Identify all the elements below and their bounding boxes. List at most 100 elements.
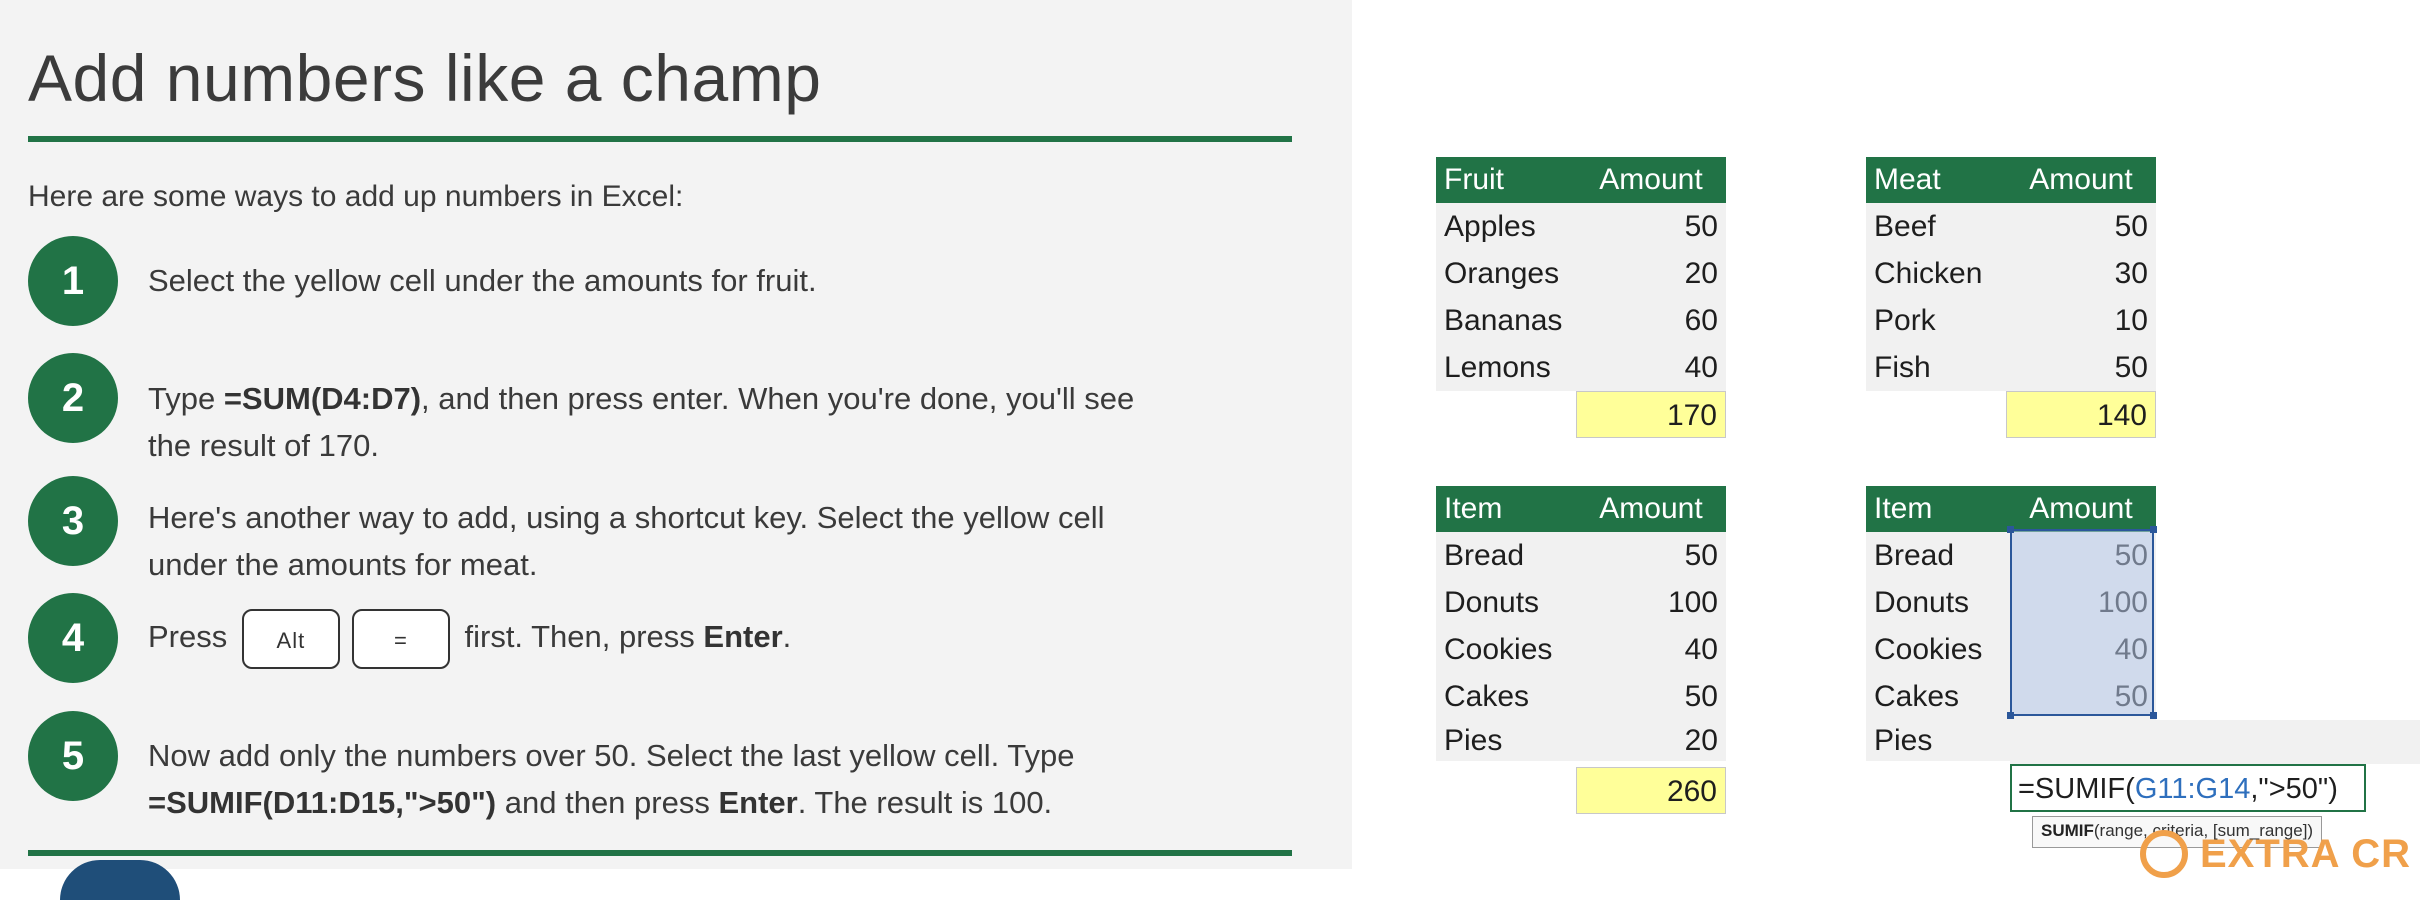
decorative-circle <box>60 860 180 900</box>
table-row: Fish 50 <box>1866 344 2156 391</box>
step-4-text-mid: first. Then, press <box>464 619 704 654</box>
selection-handle[interactable] <box>2007 712 2014 719</box>
step-4-enter: Enter <box>703 619 783 654</box>
table-header: Fruit Amount <box>1436 157 1726 203</box>
cell-amount[interactable]: 50 <box>1576 673 1726 720</box>
header-fruit[interactable]: Fruit <box>1436 157 1576 203</box>
step-2-number: 2 <box>61 375 85 420</box>
lesson-panel: Add numbers like a champ Here are some w… <box>0 0 1352 900</box>
cell-item[interactable]: Pies <box>1866 720 2006 761</box>
step-2-text-before: Type <box>148 381 224 416</box>
selection-handle[interactable] <box>2150 526 2157 533</box>
table-row: Pies 20 <box>1436 720 1726 761</box>
cell-item[interactable]: Bread <box>1436 532 1576 579</box>
header-item[interactable]: Item <box>1866 486 2006 532</box>
step-4-text-after: . <box>782 619 792 654</box>
header-meat[interactable]: Meat <box>1866 157 2006 203</box>
cell-amount[interactable]: 30 <box>2006 250 2156 297</box>
cell-item[interactable]: Chicken <box>1866 250 2006 297</box>
table-row: Apples 50 <box>1436 203 1726 250</box>
table-row: Cakes 50 <box>1436 673 1726 720</box>
fruit-table: Fruit Amount Apples 50 Oranges 20 Banana… <box>1436 157 1726 438</box>
cell-amount[interactable]: 100 <box>1576 579 1726 626</box>
step-2-line2: the result of 170. <box>148 428 379 463</box>
step-4-badge: 4 <box>28 593 118 683</box>
step-2-text: Type =SUM(D4:D7), and then press enter. … <box>148 375 1134 469</box>
formula-edit-cell[interactable]: =SUMIF(G11:G14,">50") <box>2010 764 2366 812</box>
meat-table: Meat Amount Beef 50 Chicken 30 Pork 10 F… <box>1866 157 2156 438</box>
header-amount[interactable]: Amount <box>1576 157 1726 203</box>
meat-total-cell[interactable]: 140 <box>2006 391 2156 438</box>
step-1-number: 1 <box>61 258 85 303</box>
formula-range-ref: G11:G14 <box>2134 773 2251 805</box>
cell-empty[interactable] <box>1866 391 2006 438</box>
cell-item[interactable]: Donuts <box>1436 579 1576 626</box>
step-3-text: Here's another way to add, using a short… <box>148 494 1105 588</box>
table-row: Pies <box>1866 720 2156 761</box>
header-item[interactable]: Item <box>1436 486 1576 532</box>
formula-prefix: =SUMIF( <box>2018 773 2135 805</box>
header-amount[interactable]: Amount <box>2006 486 2156 532</box>
cell-item[interactable]: Pies <box>1436 720 1576 761</box>
cell-item[interactable]: Oranges <box>1436 250 1576 297</box>
cell-item[interactable]: Cookies <box>1436 626 1576 673</box>
cell-amount[interactable]: 50 <box>2006 203 2156 250</box>
watermark-text: EXTRA CR <box>2200 832 2411 876</box>
step-5-enter: Enter <box>718 785 798 820</box>
step-5-number: 5 <box>61 733 85 778</box>
cell-item[interactable]: Lemons <box>1436 344 1576 391</box>
selection-handle[interactable] <box>2007 526 2014 533</box>
cell-item[interactable]: Cakes <box>1866 673 2006 720</box>
step-3-line1: Here's another way to add, using a short… <box>148 500 1105 535</box>
cell-item[interactable]: Donuts <box>1866 579 2006 626</box>
step-2-badge: 2 <box>28 353 118 443</box>
intro-text: Here are some ways to add up numbers in … <box>28 180 684 213</box>
table-row: Oranges 20 <box>1436 250 1726 297</box>
cell-amount[interactable]: 20 <box>1576 720 1726 761</box>
bottom-divider <box>28 850 1292 856</box>
cell-amount[interactable]: 60 <box>1576 297 1726 344</box>
cell-item[interactable]: Beef <box>1866 203 2006 250</box>
cell-item[interactable]: Bananas <box>1436 297 1576 344</box>
selected-range[interactable] <box>2007 526 2157 719</box>
tooltip-function-name[interactable]: SUMIF <box>2041 821 2094 840</box>
item-total-cell[interactable]: 260 <box>1576 767 1726 814</box>
cell-empty[interactable] <box>1436 391 1576 438</box>
step-5-text: Now add only the numbers over 50. Select… <box>148 732 1074 826</box>
table-row: Cookies 40 <box>1436 626 1726 673</box>
cell-amount[interactable]: 40 <box>1576 626 1726 673</box>
cell-amount[interactable]: 40 <box>1576 344 1726 391</box>
header-amount[interactable]: Amount <box>2006 157 2156 203</box>
header-amount[interactable]: Amount <box>1576 486 1726 532</box>
table-header: Item Amount <box>1436 486 1726 532</box>
cell-item[interactable]: Fish <box>1866 344 2006 391</box>
step-3-badge: 3 <box>28 476 118 566</box>
table-header: Meat Amount <box>1866 157 2156 203</box>
table-row: Chicken 30 <box>1866 250 2156 297</box>
cell-amount[interactable]: 10 <box>2006 297 2156 344</box>
cell-amount[interactable]: 50 <box>1576 203 1726 250</box>
cell-empty[interactable] <box>1436 767 1576 814</box>
step-3-line2: under the amounts for meat. <box>148 547 538 582</box>
alt-key: Alt <box>241 608 340 669</box>
total-row: 260 <box>1436 767 1726 814</box>
cell-amount[interactable] <box>2006 720 2156 761</box>
cell-item[interactable]: Cookies <box>1866 626 2006 673</box>
step-5-text-after: . The result is 100. <box>797 785 1053 820</box>
cell-item[interactable]: Apples <box>1436 203 1576 250</box>
table-row: Bread 50 <box>1436 532 1726 579</box>
step-5-text-mid: and then press <box>496 785 719 820</box>
step-4-text: Press Alt = first. Then, press Enter. <box>148 607 791 669</box>
title-divider <box>28 136 1292 142</box>
cell-amount[interactable]: 20 <box>1576 250 1726 297</box>
step-5-badge: 5 <box>28 711 118 801</box>
table-row: Pork 10 <box>1866 297 2156 344</box>
watermark-logo-icon <box>2140 830 2188 878</box>
selection-handle[interactable] <box>2150 712 2157 719</box>
fruit-total-cell[interactable]: 170 <box>1576 391 1726 438</box>
cell-item[interactable]: Cakes <box>1436 673 1576 720</box>
cell-item[interactable]: Bread <box>1866 532 2006 579</box>
cell-item[interactable]: Pork <box>1866 297 2006 344</box>
cell-amount[interactable]: 50 <box>2006 344 2156 391</box>
cell-amount[interactable]: 50 <box>1576 532 1726 579</box>
